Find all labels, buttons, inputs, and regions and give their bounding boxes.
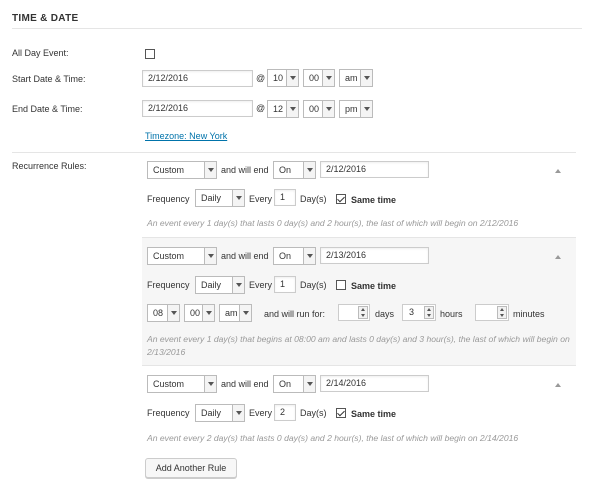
chevron-down-icon: [204, 162, 216, 178]
rule2-hours-spinner[interactable]: 3: [402, 304, 436, 321]
start-at-symbol: @: [256, 73, 266, 83]
chevron-down-icon: [239, 305, 251, 321]
rule1-frequency-select[interactable]: Daily: [195, 189, 245, 207]
add-another-rule-button[interactable]: Add Another Rule: [145, 458, 237, 478]
chevron-down-icon: [286, 101, 298, 117]
rule3-every-input[interactable]: 2: [274, 404, 296, 421]
rule2-summary: An event every 1 day(s) that begins at 0…: [147, 334, 570, 357]
rule1-every-input[interactable]: 1: [274, 189, 296, 206]
chevron-down-icon: [322, 101, 334, 117]
rule2-same-time-checkbox[interactable]: [336, 280, 346, 290]
end-at-symbol: @: [256, 103, 266, 113]
rule3-summary: An event every 2 day(s) that lasts 0 day…: [147, 433, 519, 443]
rule3-frequency-label: Frequency: [147, 408, 190, 418]
chevron-down-icon: [202, 305, 214, 321]
start-datetime-label: Start Date & Time:: [12, 74, 86, 84]
rule1-frequency-label: Frequency: [147, 194, 190, 204]
rule3-same-time-checkbox[interactable]: [336, 408, 346, 418]
start-ampm-select[interactable]: am: [339, 69, 373, 87]
spinner-arrows-icon[interactable]: [497, 306, 507, 319]
rule2-type-select[interactable]: Custom: [147, 247, 217, 265]
rule1-same-time-label: Same time: [351, 195, 397, 205]
collapse-arrow-icon[interactable]: [555, 383, 561, 387]
all-day-label: All Day Event:: [12, 48, 69, 58]
chevron-down-icon: [360, 70, 372, 86]
section-divider: [12, 28, 582, 29]
start-date-input[interactable]: 2/12/2016: [142, 70, 253, 87]
rule2-same-time-label: Same time: [351, 281, 397, 291]
collapse-arrow-icon[interactable]: [555, 255, 561, 259]
rule1-same-time-checkbox[interactable]: [336, 194, 346, 204]
chevron-down-icon: [303, 162, 315, 178]
rule3-type-select[interactable]: Custom: [147, 375, 217, 393]
chevron-down-icon: [232, 277, 244, 293]
rule2-frequency-label: Frequency: [147, 280, 190, 290]
chevron-down-icon: [286, 70, 298, 86]
rule1-summary: An event every 1 day(s) that lasts 0 day…: [147, 218, 519, 228]
chevron-down-icon: [204, 376, 216, 392]
rule2-end-mode-select[interactable]: On: [273, 247, 316, 265]
rule3-end-mode-select[interactable]: On: [273, 375, 316, 393]
rule2-days-label: days: [375, 309, 395, 319]
chevron-down-icon: [204, 248, 216, 264]
chevron-down-icon: [303, 248, 315, 264]
rule2-unit-label: Day(s): [300, 280, 327, 290]
section-title: TIME & DATE: [12, 13, 79, 24]
rule3-same-time-label: Same time: [351, 409, 397, 419]
chevron-down-icon: [360, 101, 372, 117]
chevron-down-icon: [322, 70, 334, 86]
rule2-every-label: Every: [249, 280, 273, 290]
end-datetime-label: End Date & Time:: [12, 104, 83, 114]
rule2-hours-label: hours: [440, 309, 463, 319]
rule2-will-run-for-label: and will run for:: [264, 309, 326, 319]
rule2-minutes-label: minutes: [513, 309, 545, 319]
end-minute-select[interactable]: 00: [303, 100, 335, 118]
rule3-and-will-end: and will end: [221, 379, 269, 389]
rule2-frequency-select[interactable]: Daily: [195, 276, 245, 294]
rule3-frequency-select[interactable]: Daily: [195, 404, 245, 422]
chevron-down-icon: [303, 376, 315, 392]
rule3-end-date-input[interactable]: 2/14/2016: [320, 375, 429, 392]
start-hour-select[interactable]: 10: [267, 69, 299, 87]
rule2-start-ampm-select[interactable]: am: [219, 304, 252, 322]
spinner-arrows-icon[interactable]: [358, 306, 368, 319]
chevron-down-icon: [167, 305, 179, 321]
rule3-every-label: Every: [249, 408, 273, 418]
rule1-unit-label: Day(s): [300, 194, 327, 204]
chevron-down-icon: [232, 190, 244, 206]
end-date-input[interactable]: 2/12/2016: [142, 100, 253, 117]
rule3-unit-label: Day(s): [300, 408, 327, 418]
rule2-days-spinner[interactable]: [338, 304, 370, 321]
rule1-end-mode-select[interactable]: On: [273, 161, 316, 179]
start-minute-select[interactable]: 00: [303, 69, 335, 87]
end-ampm-select[interactable]: pm: [339, 100, 373, 118]
rule1-end-date-input[interactable]: 2/12/2016: [320, 161, 429, 178]
rule2-end-date-input[interactable]: 2/13/2016: [320, 247, 429, 264]
rule1-every-label: Every: [249, 194, 273, 204]
rule2-and-will-end: and will end: [221, 251, 269, 261]
timezone-link[interactable]: Timezone: New York: [145, 131, 227, 141]
collapse-arrow-icon[interactable]: [555, 169, 561, 173]
rule2-start-hour-select[interactable]: 08: [147, 304, 180, 322]
rule1-type-select[interactable]: Custom: [147, 161, 217, 179]
chevron-down-icon: [232, 405, 244, 421]
rule2-minutes-spinner[interactable]: [475, 304, 509, 321]
rule1-and-will-end: and will end: [221, 165, 269, 175]
end-hour-select[interactable]: 12: [267, 100, 299, 118]
rule2-start-minute-select[interactable]: 00: [184, 304, 215, 322]
all-day-checkbox[interactable]: [145, 49, 155, 59]
rule2-every-input[interactable]: 1: [274, 276, 296, 293]
spinner-arrows-icon[interactable]: [424, 306, 434, 319]
recurrence-label: Recurrence Rules:: [12, 161, 87, 171]
